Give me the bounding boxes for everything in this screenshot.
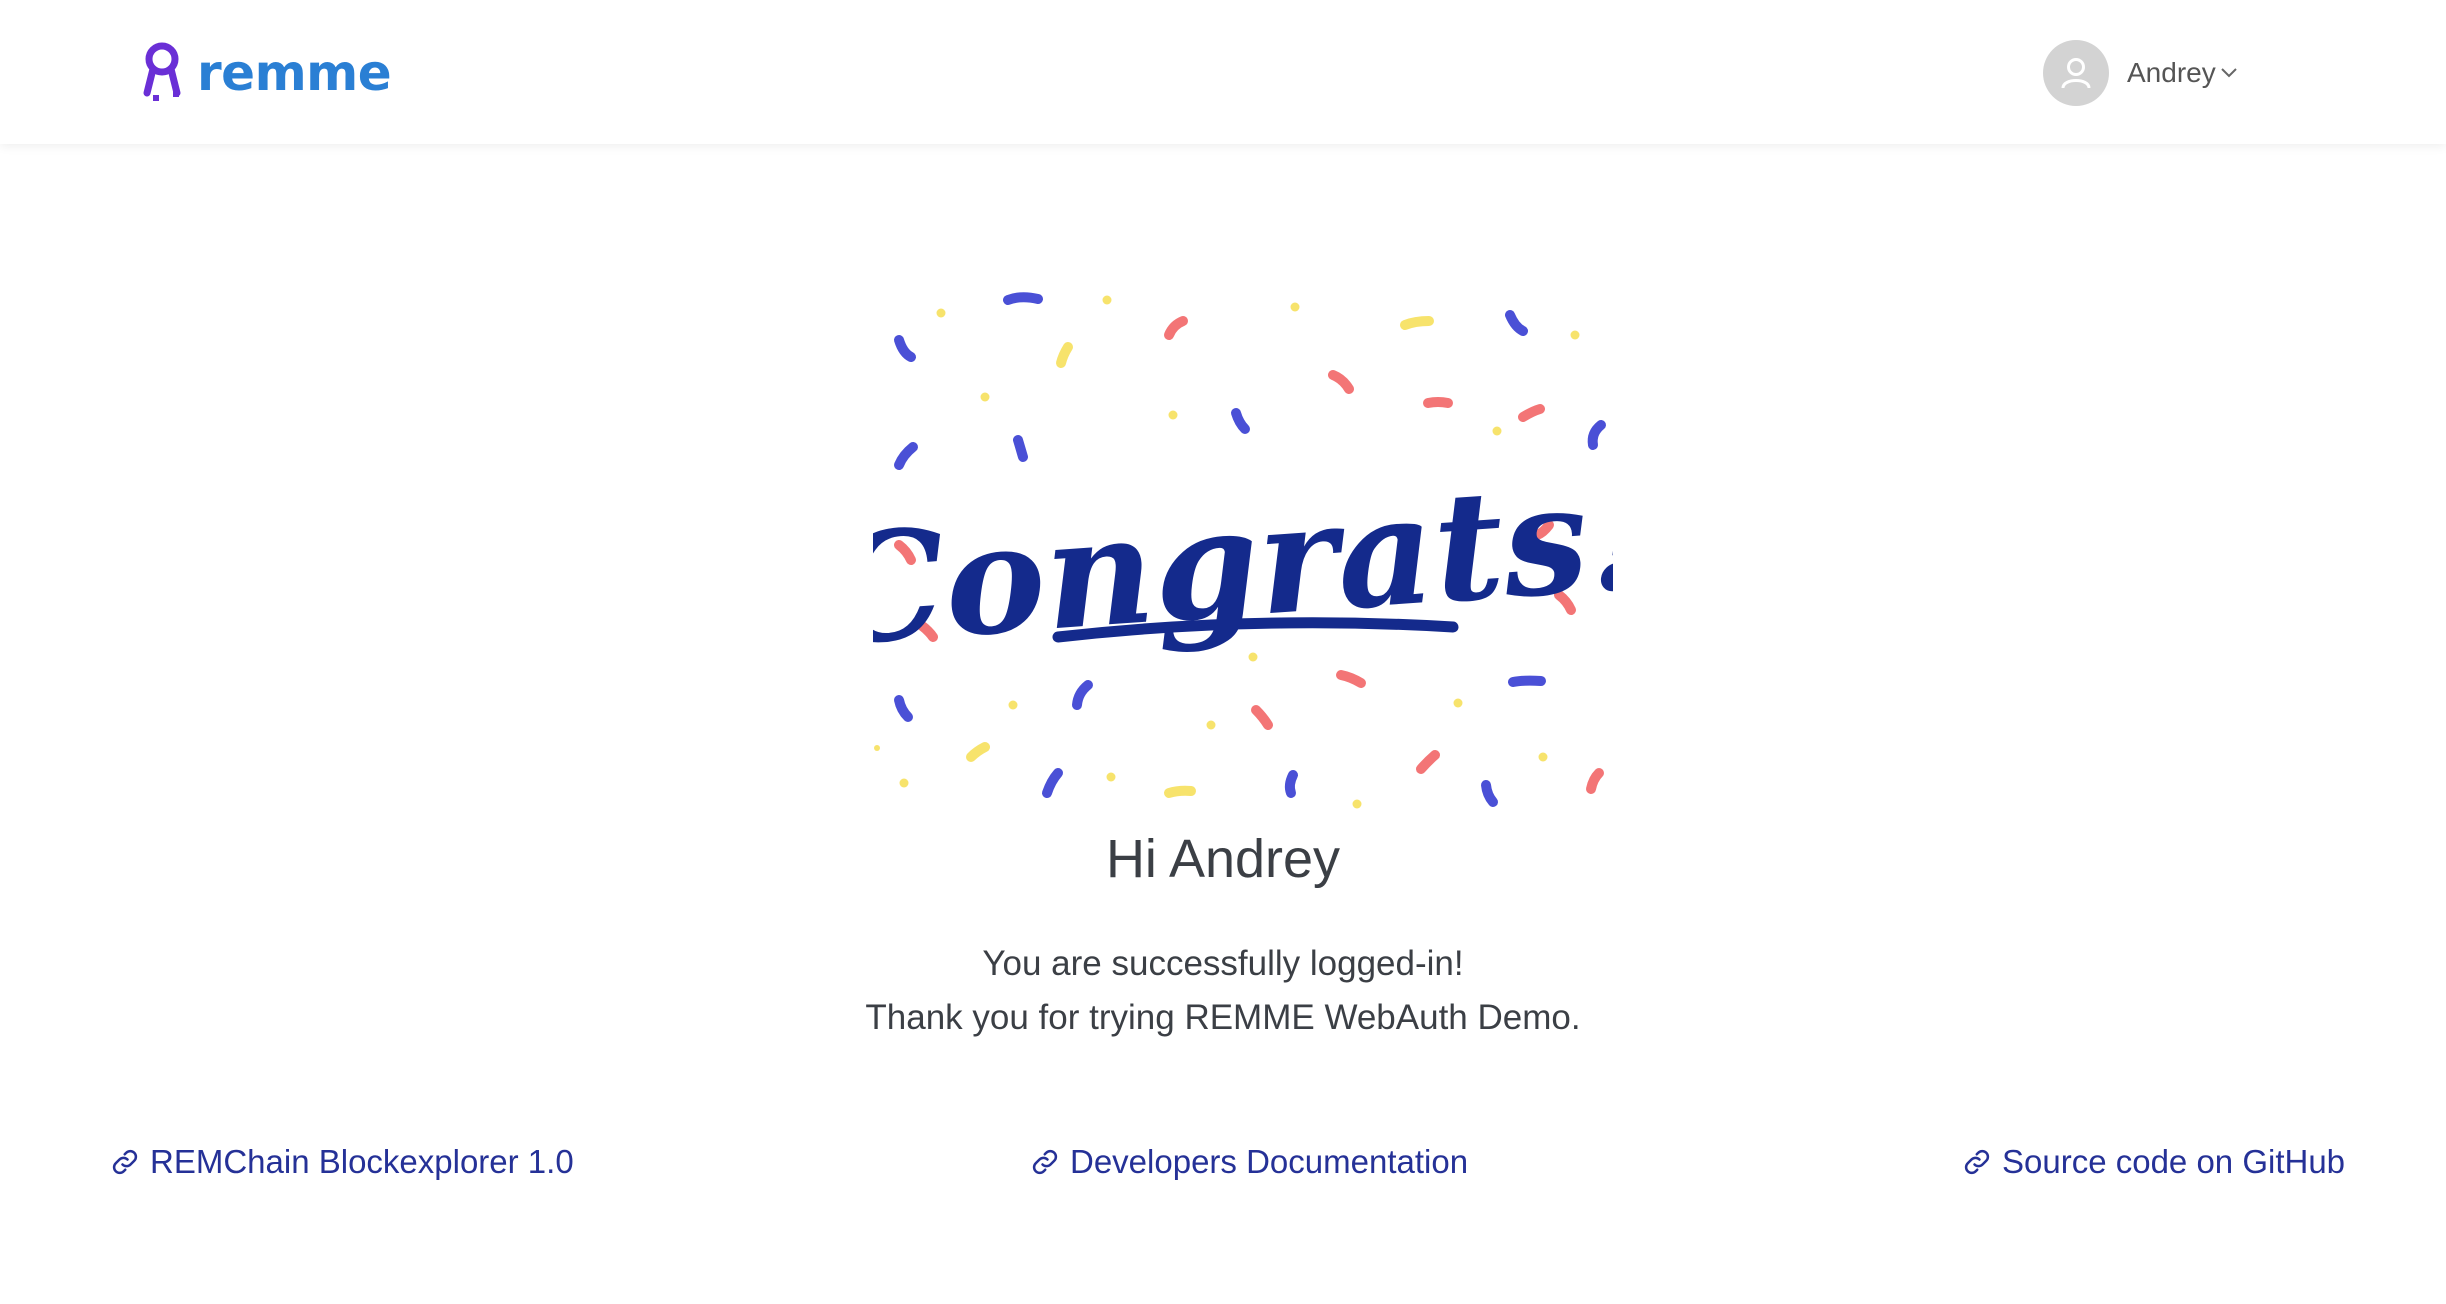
developers-documentation-link[interactable]: Developers Documentation — [1030, 1140, 1468, 1184]
developers-documentation-link-label[interactable]: Developers Documentation — [1070, 1143, 1468, 1181]
greeting-heading: Hi Andrey — [1105, 829, 1341, 889]
github-source-link[interactable]: Source code on GitHub — [1962, 1140, 2345, 1184]
congrats-lettering: Congrats! — [873, 446, 1613, 679]
remme-key-logo-icon — [143, 42, 181, 101]
link-icon — [1964, 1149, 1990, 1175]
link-icon — [112, 1149, 138, 1175]
success-message-line-2: Thank you for trying REMME WebAuth Demo. — [865, 998, 1581, 1037]
user-name[interactable]: Andrey — [2127, 57, 2216, 89]
github-source-link-label[interactable]: Source code on GitHub — [2002, 1143, 2345, 1181]
logo-wordmark: remme — [197, 44, 392, 102]
remme-logo[interactable]: remme — [139, 38, 392, 108]
top-navbar: remme Andrey — [0, 0, 2446, 144]
link-icon — [1032, 1149, 1058, 1175]
chevron-down-icon[interactable] — [2220, 67, 2238, 79]
user-menu[interactable]: Andrey — [2043, 40, 2238, 106]
blockexplorer-link-label[interactable]: REMChain Blockexplorer 1.0 — [150, 1143, 574, 1181]
blockexplorer-link[interactable]: REMChain Blockexplorer 1.0 — [110, 1140, 574, 1184]
success-message: You are successfully logged-in! Thank yo… — [0, 937, 2446, 1045]
success-message-line-1: You are successfully logged-in! — [982, 944, 1464, 983]
user-avatar-icon[interactable] — [2043, 40, 2109, 106]
congrats-confetti-illustration: Congrats! — [873, 292, 1613, 809]
